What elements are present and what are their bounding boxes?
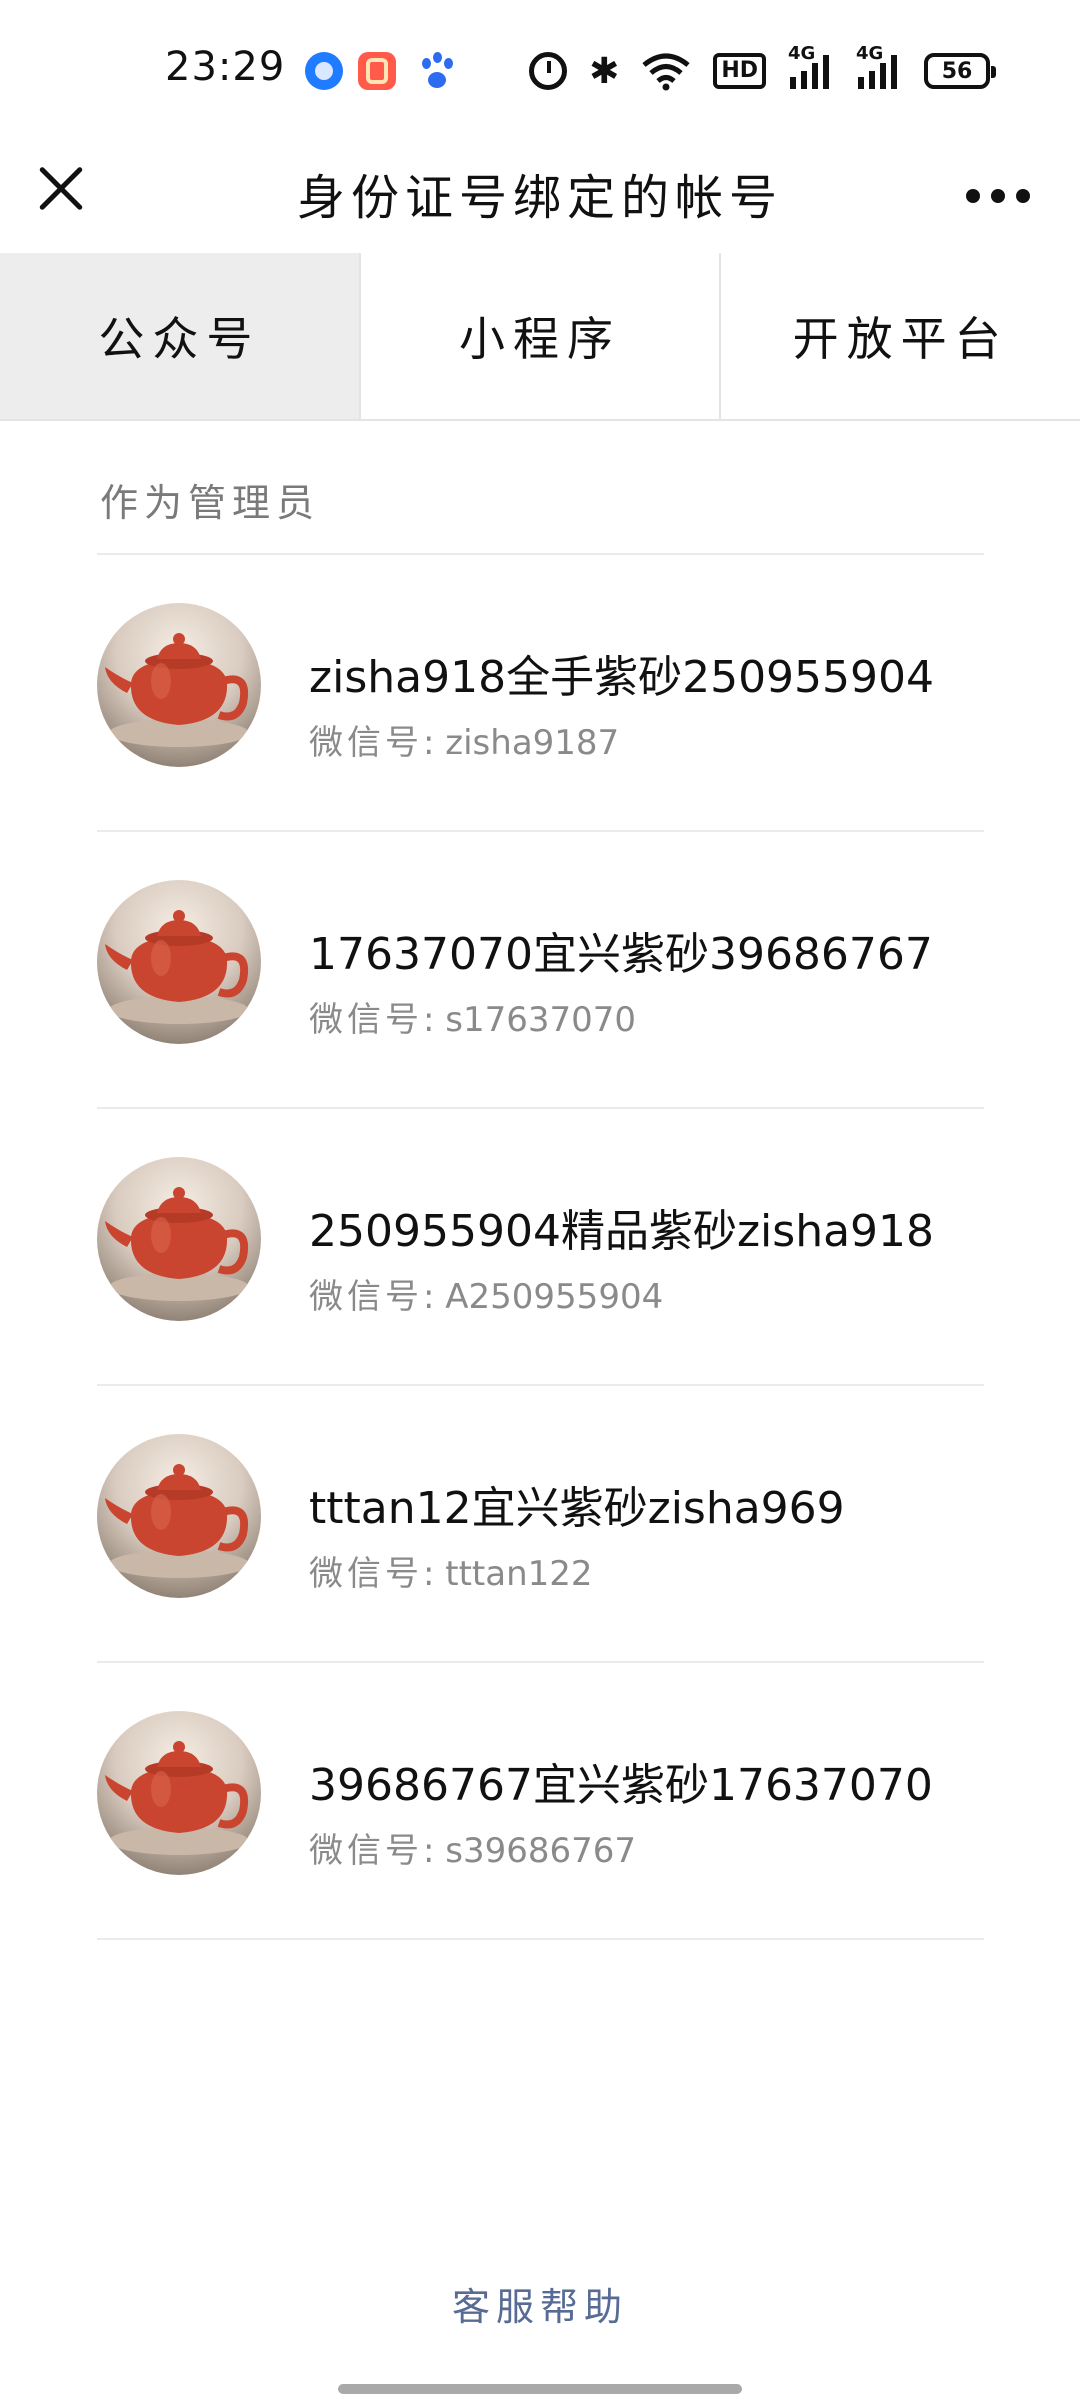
page: 23:29 ✱ HD 4G 4G 56 身份证号绑定的帐号 公众号 小程序 开放… xyxy=(0,0,1080,2400)
teapot-icon xyxy=(105,910,249,1024)
status-bar: 23:29 ✱ HD 4G 4G 56 xyxy=(0,0,1080,140)
account-wechat-id: 微信号: s39686767 xyxy=(309,1831,637,1871)
more-icon[interactable] xyxy=(966,176,1030,216)
account-wechat-id: 微信号: tttan122 xyxy=(309,1554,593,1594)
tab-mini-programs[interactable]: 小程序 xyxy=(358,253,720,419)
alarm-icon xyxy=(529,49,568,93)
tab-official-accounts[interactable]: 公众号 xyxy=(0,253,359,419)
account-name: zisha918全手紫砂250955904 xyxy=(309,652,935,703)
list-item[interactable]: 250955904精品紫砂zisha918 微信号: A250955904 xyxy=(97,1109,984,1386)
battery-icon: 56 xyxy=(924,49,996,93)
hd-icon: HD xyxy=(713,49,766,93)
list-item[interactable]: 39686767宜兴紫砂17637070 微信号: s39686767 xyxy=(97,1663,984,1940)
baidu-app-icon xyxy=(418,52,456,90)
account-name: 17637070宜兴紫砂39686767 xyxy=(309,929,933,980)
section-label: 作为管理员 xyxy=(100,481,321,525)
status-icons: ✱ HD 4G 4G 56 xyxy=(529,43,996,98)
avatar xyxy=(97,603,261,767)
tab-open-platform[interactable]: 开放平台 xyxy=(719,253,1080,419)
account-wechat-id: 微信号: A250955904 xyxy=(309,1277,664,1317)
bluetooth-icon: ✱ xyxy=(589,50,620,92)
battery-level: 56 xyxy=(924,53,996,89)
signal-icon: 4G xyxy=(788,43,834,93)
list-item[interactable]: tttan12宜兴紫砂zisha969 微信号: tttan122 xyxy=(97,1386,984,1663)
signal-icon: 4G xyxy=(856,43,902,93)
account-list: zisha918全手紫砂250955904 微信号: zisha9187 176… xyxy=(97,553,984,1940)
home-indicator[interactable] xyxy=(338,2384,742,2394)
browser-app-icon xyxy=(305,52,343,90)
teapot-icon xyxy=(105,1187,249,1301)
avatar xyxy=(97,1157,261,1321)
kuaishou-app-icon xyxy=(358,52,396,90)
customer-service-help-link[interactable]: 客服帮助 xyxy=(0,2276,1080,2331)
avatar xyxy=(97,1711,261,1875)
account-name: 39686767宜兴紫砂17637070 xyxy=(309,1760,933,1811)
list-item[interactable]: zisha918全手紫砂250955904 微信号: zisha9187 xyxy=(97,555,984,832)
tab-bar: 公众号 小程序 开放平台 xyxy=(0,253,1080,421)
account-wechat-id: 微信号: s17637070 xyxy=(309,1000,637,1040)
avatar xyxy=(97,1434,261,1598)
teapot-icon xyxy=(105,633,249,747)
account-wechat-id: 微信号: zisha9187 xyxy=(309,723,620,763)
avatar xyxy=(97,880,261,1044)
page-title: 身份证号绑定的帐号 xyxy=(296,170,783,226)
account-name: 250955904精品紫砂zisha918 xyxy=(309,1206,935,1257)
wifi-icon xyxy=(641,49,691,93)
status-time: 23:29 xyxy=(165,44,286,90)
list-item[interactable]: 17637070宜兴紫砂39686767 微信号: s17637070 xyxy=(97,832,984,1109)
nav-bar: 身份证号绑定的帐号 xyxy=(0,140,1080,260)
account-name: tttan12宜兴紫砂zisha969 xyxy=(309,1483,845,1534)
teapot-icon xyxy=(105,1741,249,1855)
teapot-icon xyxy=(105,1464,249,1578)
